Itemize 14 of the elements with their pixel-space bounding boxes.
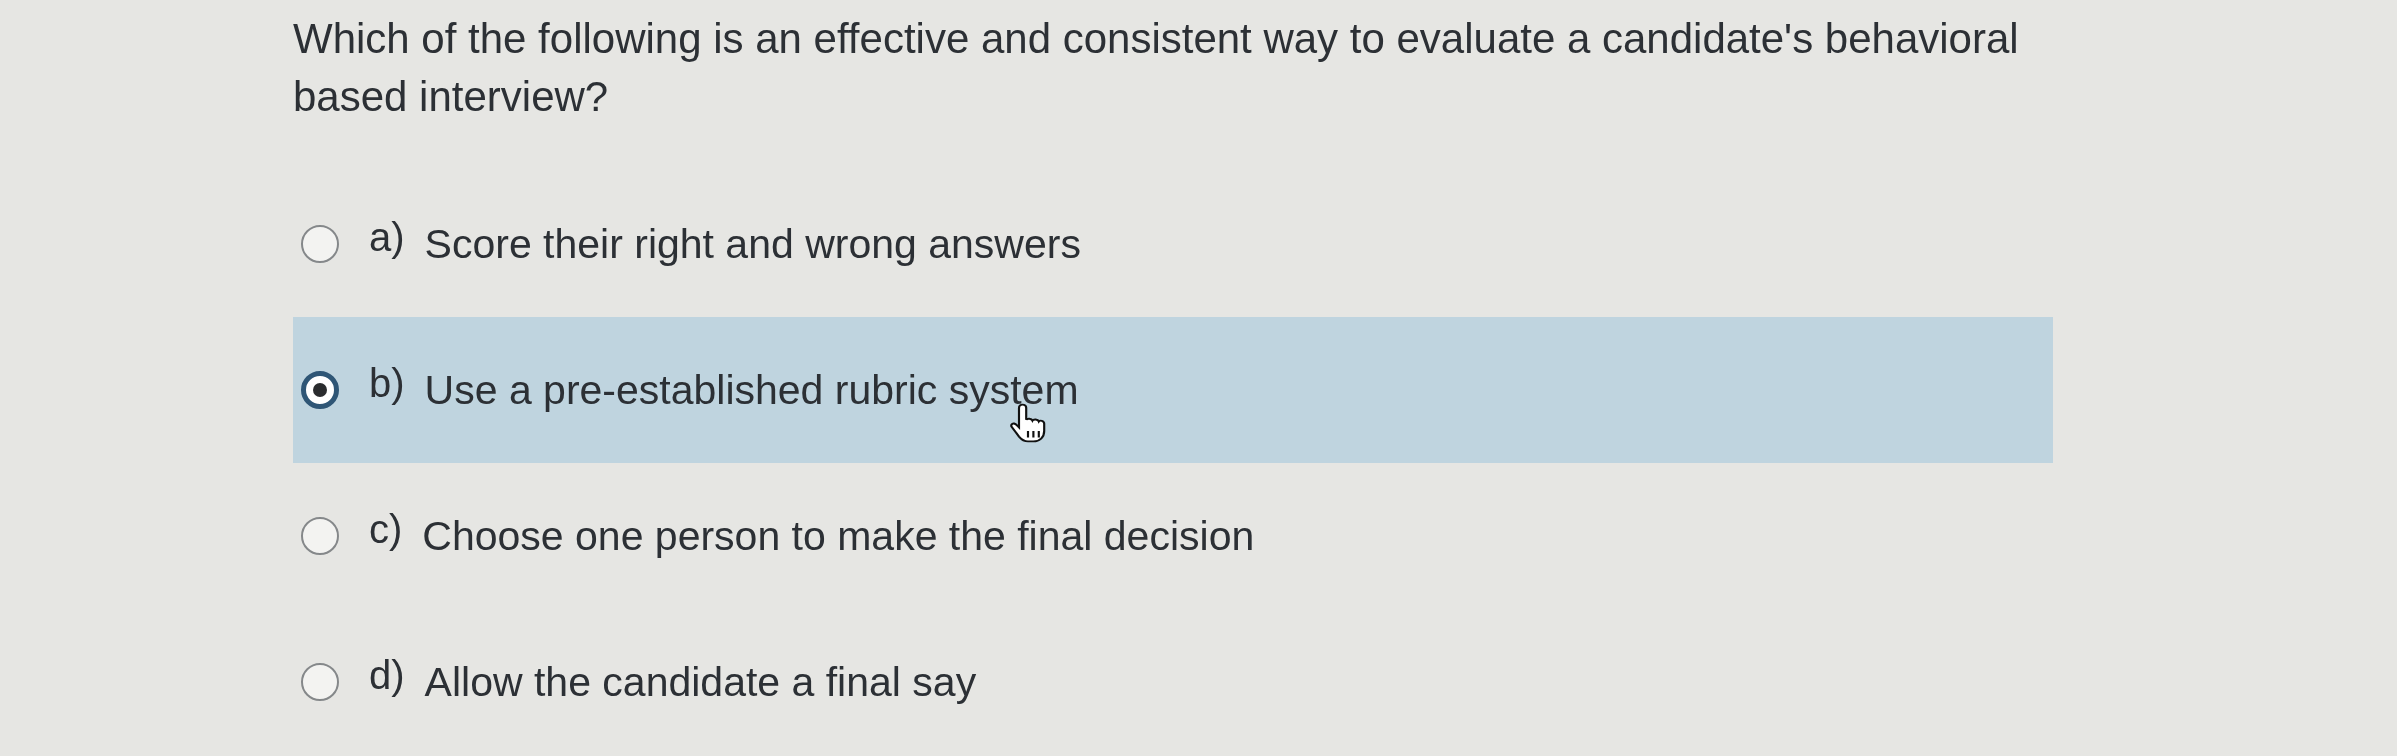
- option-letter: b): [369, 360, 405, 407]
- option-letter: d): [369, 652, 405, 699]
- radio-button[interactable]: [301, 225, 339, 263]
- option-text: Score their right and wrong answers: [424, 220, 1081, 268]
- radio-button[interactable]: [301, 663, 339, 701]
- option-letter: a): [369, 214, 405, 261]
- question-text: Which of the following is an effective and consistent way to evaluate a candidate's behavioral based interview?: [293, 14, 2020, 122]
- radio-button[interactable]: [301, 517, 339, 555]
- option-letter: c): [369, 506, 403, 553]
- highlight-band[interactable]: b) Use a pre-established rubric system: [293, 317, 2053, 463]
- radio-button[interactable]: [301, 371, 339, 409]
- option-text: Use a pre-established rubric system: [424, 366, 1079, 414]
- option-text: Choose one person to make the final decision: [422, 512, 1255, 560]
- option-text: Allow the candidate a final say: [424, 658, 977, 706]
